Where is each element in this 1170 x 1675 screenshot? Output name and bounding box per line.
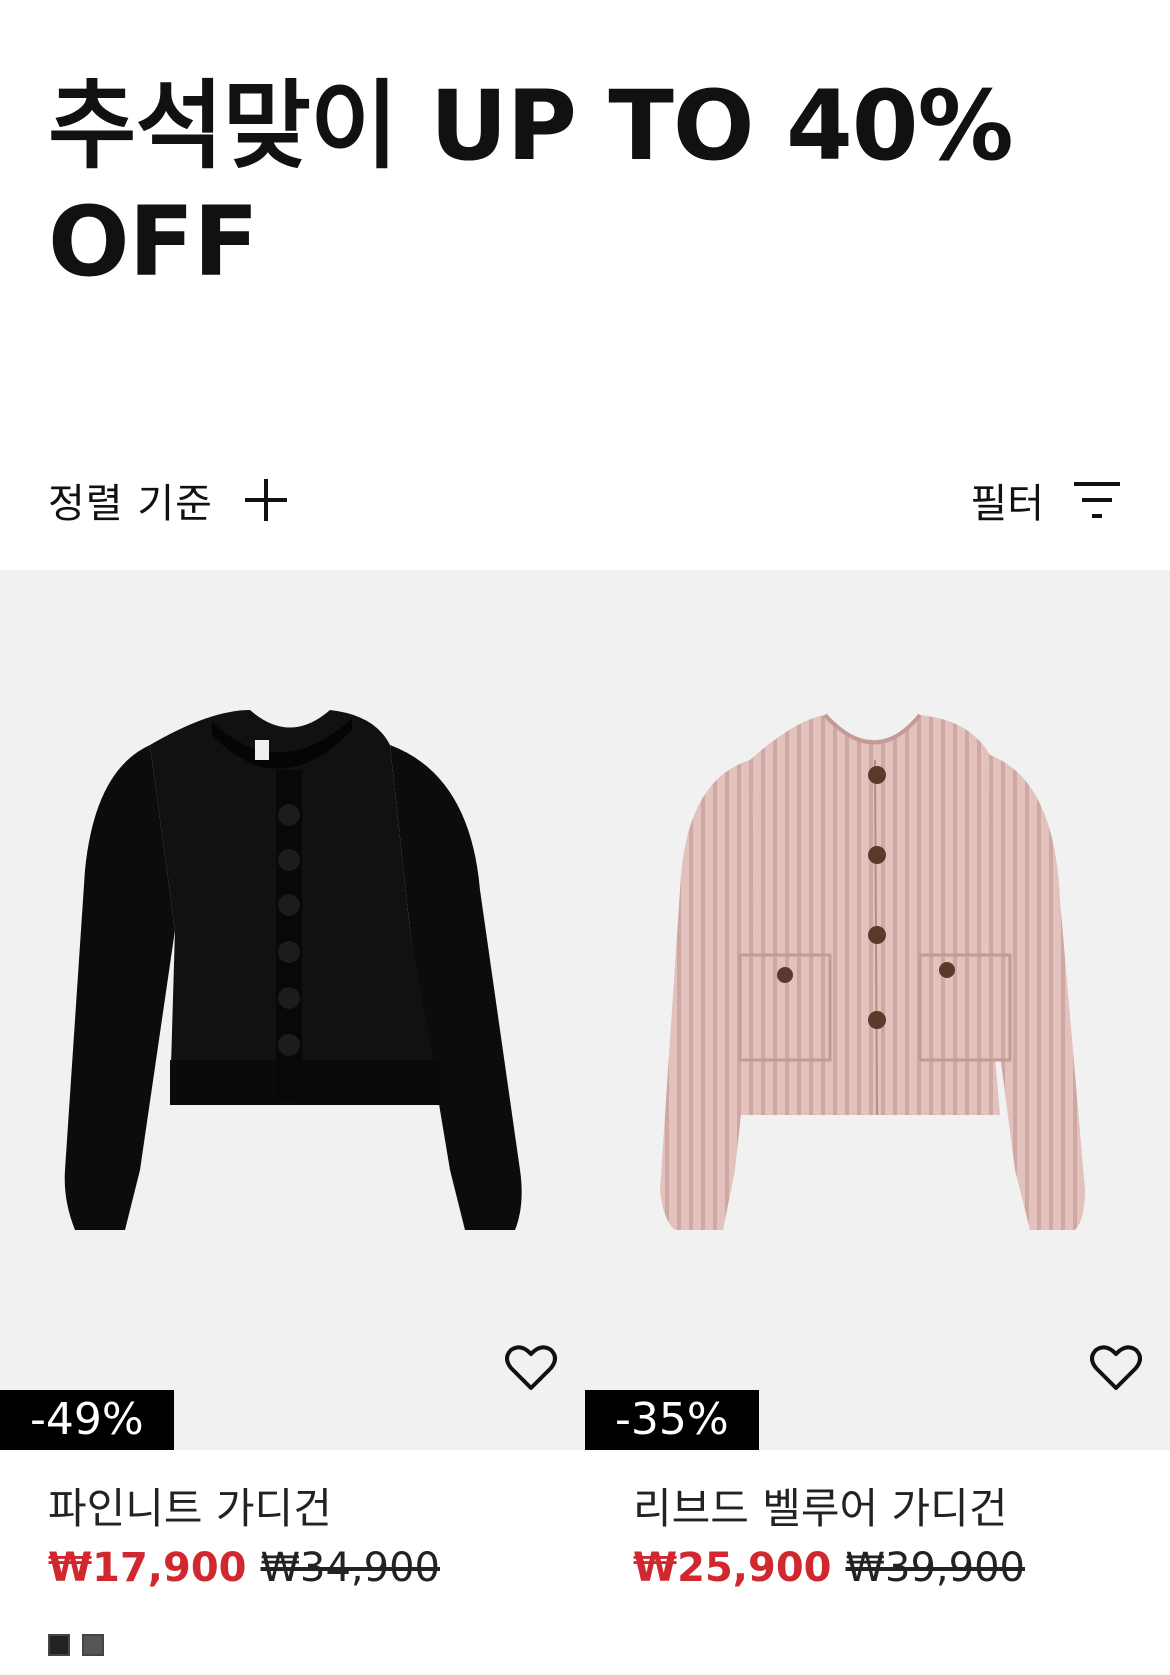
color-swatch-dark-grey[interactable] bbox=[82, 1634, 104, 1656]
page-title: 추석맞이 UP TO 40% OFF bbox=[48, 70, 1014, 298]
toolbar: 정렬 기준 필터 bbox=[0, 470, 1170, 530]
original-price: ₩34,900 bbox=[260, 1545, 440, 1591]
sort-button[interactable]: 정렬 기준 bbox=[48, 470, 291, 530]
product-info: 리브드 벨루어 가디건 ₩25,900 ₩39,900 bbox=[585, 1450, 1170, 1594]
filter-label: 필터 bbox=[970, 481, 1044, 527]
wishlist-button[interactable] bbox=[1090, 1344, 1142, 1392]
product-card[interactable]: -49% 파인니트 가디건 ₩17,900 ₩34,900 bbox=[0, 570, 585, 1656]
original-price: ₩39,900 bbox=[845, 1545, 1025, 1591]
product-image[interactable]: -35% bbox=[585, 570, 1170, 1450]
product-name[interactable]: 리브드 벨루어 가디건 bbox=[633, 1480, 1170, 1538]
filter-button[interactable]: 필터 bbox=[970, 470, 1122, 530]
product-image[interactable]: -49% bbox=[0, 570, 585, 1450]
price-row: ₩25,900 ₩39,900 bbox=[633, 1542, 1170, 1594]
color-swatch-black[interactable] bbox=[48, 1634, 70, 1656]
product-card[interactable]: -35% 리브드 벨루어 가디건 ₩25,900 ₩39,900 bbox=[585, 570, 1170, 1594]
discount-badge: -35% bbox=[585, 1390, 759, 1450]
plus-icon bbox=[244, 479, 287, 521]
discount-badge: -49% bbox=[0, 1390, 174, 1450]
heart-icon bbox=[505, 1345, 557, 1390]
black-cardigan-image bbox=[64, 710, 522, 1230]
filter-icon bbox=[1074, 482, 1120, 518]
sale-price: ₩17,900 bbox=[48, 1545, 247, 1591]
sort-label: 정렬 기준 bbox=[48, 481, 213, 527]
color-swatches bbox=[48, 1634, 585, 1656]
wishlist-button[interactable] bbox=[505, 1344, 557, 1392]
product-name[interactable]: 파인니트 가디건 bbox=[48, 1480, 585, 1538]
heart-icon bbox=[1090, 1345, 1142, 1390]
product-info: 파인니트 가디건 ₩17,900 ₩34,900 bbox=[0, 1450, 585, 1656]
price-row: ₩17,900 ₩34,900 bbox=[48, 1542, 585, 1594]
sale-price: ₩25,900 bbox=[633, 1545, 832, 1591]
pink-velour-cardigan-image bbox=[660, 713, 1085, 1230]
